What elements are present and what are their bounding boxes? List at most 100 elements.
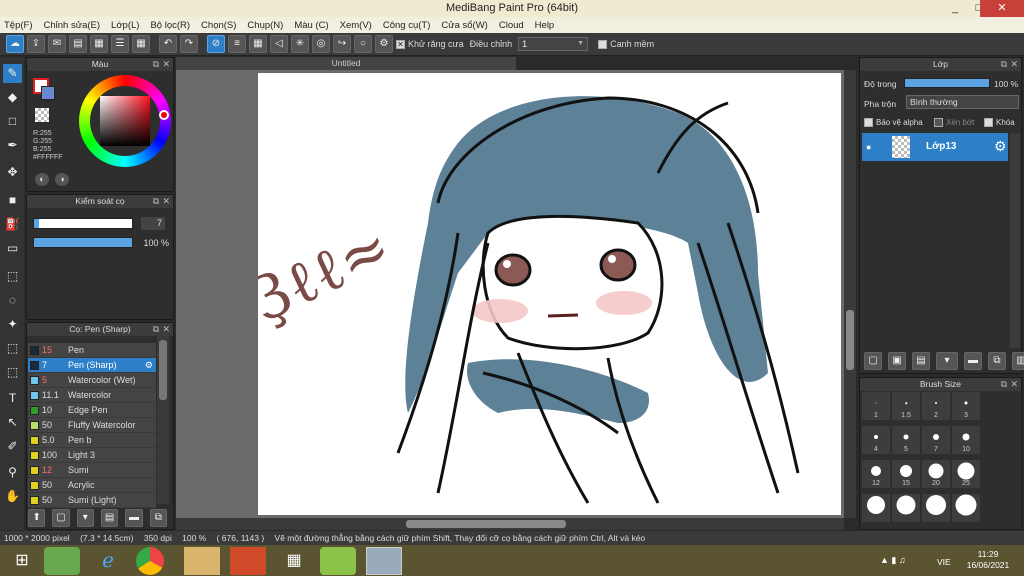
layer-scrollbar[interactable] bbox=[1010, 133, 1020, 348]
brush-options-icon[interactable]: ▾ bbox=[76, 509, 94, 527]
minimize-button[interactable]: _ bbox=[942, 0, 968, 17]
panel-close-icon[interactable]: ✕ bbox=[1010, 58, 1018, 71]
redo-icon[interactable]: ↷ bbox=[180, 35, 198, 53]
select-rect-icon[interactable]: ⬚ bbox=[3, 267, 22, 286]
lock-checkbox[interactable] bbox=[984, 118, 993, 127]
brush-list-item[interactable]: 5.0 Pen b bbox=[28, 433, 156, 448]
select-eraser-icon[interactable]: ⬚ bbox=[3, 363, 22, 382]
brush-settings-icon[interactable]: ⚙ bbox=[145, 358, 153, 373]
magic-wand-icon[interactable]: ✦ bbox=[3, 315, 22, 334]
panel-close-icon[interactable]: ✕ bbox=[162, 195, 170, 208]
dropper-icon[interactable]: ✐ bbox=[3, 437, 22, 456]
eye-icon[interactable]: ● bbox=[866, 142, 871, 152]
powerpoint-icon[interactable] bbox=[230, 547, 266, 575]
cloud-icon[interactable]: ☁ bbox=[6, 35, 24, 53]
color-history-icon[interactable]: ◑ bbox=[55, 173, 69, 186]
hand-tool-icon[interactable]: ✋ bbox=[3, 487, 22, 506]
brush-list-item[interactable]: 10 Edge Pen bbox=[28, 403, 156, 418]
scroll-thumb[interactable] bbox=[159, 340, 167, 400]
brush-tool-icon[interactable]: ✎ bbox=[3, 64, 22, 83]
size-value[interactable]: 7 bbox=[141, 217, 165, 230]
gradient-tool-icon[interactable]: ▭ bbox=[3, 239, 22, 258]
brush-size-cell[interactable]: 7 bbox=[922, 426, 950, 454]
file-explorer-icon[interactable] bbox=[184, 547, 220, 575]
hue-wheel[interactable] bbox=[79, 75, 171, 167]
brush-list-item[interactable]: 50 Fluffy Watercolor bbox=[28, 418, 156, 433]
settings-icon[interactable]: ⚙ bbox=[375, 35, 393, 53]
brush-size-cell[interactable]: 3 bbox=[952, 392, 980, 420]
menu-tools[interactable]: Công cụ(T) bbox=[383, 20, 431, 31]
bucket-tool-icon[interactable]: ⛽ bbox=[3, 215, 22, 234]
language-indicator[interactable]: VIE bbox=[937, 557, 951, 567]
panel-close-icon[interactable]: ✕ bbox=[1010, 378, 1018, 391]
menu-edit[interactable]: Chỉnh sửa(E) bbox=[44, 20, 101, 31]
chrome-icon[interactable] bbox=[136, 547, 164, 575]
protect-alpha-checkbox[interactable] bbox=[864, 118, 873, 127]
menu-view[interactable]: Xem(V) bbox=[340, 20, 372, 31]
menu-filter[interactable]: Bộ lọc(R) bbox=[150, 20, 190, 31]
antialias-checkbox[interactable]: ✕ bbox=[396, 39, 405, 49]
eyedropper-icon[interactable]: ⚲ bbox=[3, 463, 22, 482]
ring-snap-icon[interactable]: ○ bbox=[354, 35, 372, 53]
list-icon[interactable]: ☰ bbox=[111, 35, 129, 53]
transparent-color[interactable] bbox=[35, 108, 49, 122]
radial-snap-icon[interactable]: ✳ bbox=[291, 35, 309, 53]
undock-icon[interactable]: ⧉ bbox=[153, 195, 159, 208]
clip-checkbox[interactable] bbox=[934, 118, 943, 127]
medibang-icon[interactable] bbox=[366, 547, 402, 575]
menu-snap[interactable]: Chụp(N) bbox=[247, 20, 283, 31]
select-pen-icon[interactable]: ⬚ bbox=[3, 339, 22, 358]
lasso-tool-icon[interactable]: ◌ bbox=[3, 291, 22, 310]
pen-curve-icon[interactable]: ✒ bbox=[3, 136, 22, 155]
opacity-slider[interactable] bbox=[33, 237, 133, 248]
menu-cloud[interactable]: Cloud bbox=[499, 20, 524, 31]
vanish-snap-icon[interactable]: ◁ bbox=[270, 35, 288, 53]
background-color[interactable] bbox=[41, 86, 55, 100]
eraser-tool-icon[interactable]: ◆ bbox=[3, 88, 22, 107]
brush-size-cell[interactable] bbox=[952, 494, 980, 522]
undock-icon[interactable]: ⧉ bbox=[153, 58, 159, 71]
hue-handle[interactable] bbox=[159, 110, 169, 120]
undock-icon[interactable]: ⧉ bbox=[1001, 58, 1007, 71]
chat-icon[interactable]: ▤ bbox=[69, 35, 87, 53]
brush-size-cell[interactable] bbox=[892, 494, 920, 522]
hscroll-thumb[interactable] bbox=[406, 520, 566, 528]
saturation-square[interactable] bbox=[100, 96, 150, 146]
undo-icon[interactable]: ↶ bbox=[159, 35, 177, 53]
drawing-canvas[interactable]: Ҙℓℓ≈ bbox=[240, 73, 841, 515]
panel-close-icon[interactable]: ✕ bbox=[162, 323, 170, 336]
add-brush-icon[interactable]: ⬆ bbox=[28, 509, 46, 527]
brush-list-item[interactable]: 100 Light 3 bbox=[28, 448, 156, 463]
brush-size-cell[interactable]: 1.5 bbox=[892, 392, 920, 420]
app-green-icon[interactable] bbox=[320, 547, 356, 575]
cross-snap-icon[interactable]: ▦ bbox=[249, 35, 267, 53]
brush-size-cell[interactable]: 2 bbox=[922, 392, 950, 420]
vscroll-thumb[interactable] bbox=[846, 310, 854, 370]
new-8bit-layer-icon[interactable]: ▤ bbox=[912, 352, 930, 370]
menu-select[interactable]: Chọn(S) bbox=[201, 20, 236, 31]
menu-window[interactable]: Cửa sổ(W) bbox=[441, 20, 487, 31]
brush-list-item[interactable]: 5 Watercolor (Wet) bbox=[28, 373, 156, 388]
operation-tool-icon[interactable]: ↖ bbox=[3, 413, 22, 432]
layer-row[interactable]: ● Lớp13 ⚙ bbox=[862, 133, 1008, 161]
fill-rect-icon[interactable]: ■ bbox=[3, 191, 22, 210]
snap-off-icon[interactable]: ⊘ bbox=[207, 35, 225, 53]
brush-size-cell[interactable] bbox=[922, 494, 950, 522]
adjust-select[interactable]: 1 bbox=[518, 37, 589, 51]
new-layer-icon[interactable]: ▢ bbox=[864, 352, 882, 370]
internet-explorer-icon[interactable]: ℯ bbox=[90, 547, 126, 575]
folder-icon[interactable]: ▬ bbox=[964, 352, 982, 370]
page-icon[interactable]: ▦ bbox=[90, 35, 108, 53]
add-layer-menu-icon[interactable]: ▾ bbox=[936, 352, 958, 370]
size-slider[interactable] bbox=[33, 218, 133, 229]
brush-size-cell[interactable]: 5 bbox=[892, 426, 920, 454]
share-icon[interactable]: ⇪ bbox=[27, 35, 45, 53]
folder-icon[interactable]: ▬ bbox=[125, 509, 143, 527]
document-tab[interactable]: Untitled bbox=[176, 57, 516, 70]
brush-list-item[interactable]: 50 Acrylic bbox=[28, 478, 156, 493]
brush-list-item[interactable]: 11.1 Watercolor bbox=[28, 388, 156, 403]
close-button[interactable]: ✕ bbox=[980, 0, 1024, 17]
circle-snap-icon[interactable]: ◎ bbox=[312, 35, 330, 53]
brush-size-cell[interactable]: 20 bbox=[922, 460, 950, 488]
parallel-snap-icon[interactable]: ≡ bbox=[228, 35, 246, 53]
